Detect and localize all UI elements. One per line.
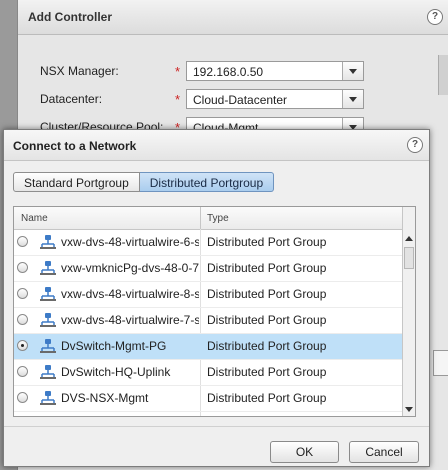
row-name: DvSwitch-Mgmt-PG xyxy=(61,339,167,353)
connect-to-network-dialog: Connect to a Network ? Standard Portgrou… xyxy=(3,129,430,467)
table-header: Name Type xyxy=(14,207,403,230)
row-type: Distributed Port Group xyxy=(207,339,327,353)
distributed-portgroup-icon xyxy=(40,365,56,379)
row-radio[interactable] xyxy=(17,262,28,273)
add-controller-title: Add Controller xyxy=(28,10,112,24)
scroll-up-icon[interactable] xyxy=(403,231,415,245)
portgroup-tabs: Standard Portgroup Distributed Portgroup xyxy=(13,172,275,192)
table-row[interactable]: vxw-vmknicPg-dvs-48-0-7 Distributed Port… xyxy=(14,256,403,282)
table-row[interactable]: DvSwitch-HQ-Uplink Distributed Port Grou… xyxy=(14,360,403,386)
row-name: vxw-vmknicPg-dvs-48-0-7 xyxy=(61,261,199,275)
required-marker: * xyxy=(175,92,181,107)
help-icon[interactable]: ? xyxy=(407,137,423,153)
distributed-portgroup-icon xyxy=(40,287,56,301)
distributed-portgroup-icon xyxy=(40,261,56,275)
partial-button[interactable] xyxy=(433,350,448,376)
add-controller-title-bar: Add Controller ? xyxy=(18,0,448,35)
row-radio[interactable] xyxy=(17,340,28,351)
row-radio[interactable] xyxy=(17,366,28,377)
chevron-down-icon[interactable] xyxy=(342,90,363,108)
row-type: Distributed Port Group xyxy=(207,287,327,301)
ok-button[interactable]: OK xyxy=(270,441,339,463)
required-marker: * xyxy=(175,64,181,79)
nsx-manager-value: 192.168.0.50 xyxy=(193,65,264,79)
distributed-portgroup-icon xyxy=(40,235,56,249)
table-row[interactable]: vxw-dvs-48-virtualwire-7-sid-5004-App-Ti… xyxy=(14,308,403,334)
row-name: DvSwitch-HQ-Uplink xyxy=(61,365,171,379)
row-type: Distributed Port Group xyxy=(207,261,327,275)
dialog-title: Connect to a Network xyxy=(13,139,137,153)
column-header-name[interactable]: Name xyxy=(21,213,48,224)
row-type: Distributed Port Group xyxy=(207,235,327,249)
row-name: vxw-dvs-48-virtualwire-6-sid-5003-Web-Ti… xyxy=(61,235,199,249)
nsx-manager-label: NSX Manager: xyxy=(40,64,119,78)
row-name: vxw-dvs-48-virtualwire-7-sid-5004-App-Ti… xyxy=(61,313,199,327)
scroll-thumb[interactable] xyxy=(404,247,414,269)
scrollbar[interactable] xyxy=(438,55,448,95)
network-table: Name Type vxw-dvs-48-virtualwire-6-sid-5… xyxy=(13,206,416,417)
datacenter-label: Datacenter: xyxy=(40,92,103,106)
cancel-button[interactable]: Cancel xyxy=(349,441,419,463)
row-radio[interactable] xyxy=(17,392,28,403)
row-radio[interactable] xyxy=(17,288,28,299)
chevron-down-icon[interactable] xyxy=(342,62,363,80)
column-header-type[interactable]: Type xyxy=(207,213,229,224)
tab-distributed-portgroup[interactable]: Distributed Portgroup xyxy=(139,172,275,192)
row-radio[interactable] xyxy=(17,236,28,247)
distributed-portgroup-icon xyxy=(40,339,56,353)
table-row[interactable]: DvSwitch-Mgmt-PG Distributed Port Group xyxy=(14,334,403,360)
row-radio[interactable] xyxy=(17,314,28,325)
table-row[interactable]: DVS-NSX-Mgmt Distributed Port Group xyxy=(14,386,403,412)
scroll-down-icon[interactable] xyxy=(403,402,415,416)
distributed-portgroup-icon xyxy=(40,313,56,327)
datacenter-value: Cloud-Datacenter xyxy=(193,93,288,107)
table-row[interactable]: vxw-dvs-48-virtualwire-8-sid-5005-DB-Tie… xyxy=(14,282,403,308)
table-scrollbar[interactable] xyxy=(402,207,415,416)
row-name: vxw-dvs-48-virtualwire-8-sid-5005-DB-Tie… xyxy=(61,287,199,301)
dialog-title-bar: Connect to a Network ? xyxy=(4,130,429,161)
row-type: Distributed Port Group xyxy=(207,313,327,327)
datacenter-select[interactable]: Cloud-Datacenter xyxy=(186,89,364,109)
row-type: Distributed Port Group xyxy=(207,365,327,379)
row-type: Distributed Port Group xyxy=(207,391,327,405)
table-body: vxw-dvs-48-virtualwire-6-sid-5003-Web-Ti… xyxy=(14,230,403,412)
table-row[interactable]: vxw-dvs-48-virtualwire-6-sid-5003-Web-Ti… xyxy=(14,230,403,256)
distributed-portgroup-icon xyxy=(40,391,56,405)
nsx-manager-select[interactable]: 192.168.0.50 xyxy=(186,61,364,81)
tab-standard-portgroup[interactable]: Standard Portgroup xyxy=(13,172,140,192)
help-icon[interactable]: ? xyxy=(427,9,443,25)
row-name: DVS-NSX-Mgmt xyxy=(61,391,149,405)
footer-divider xyxy=(4,426,429,427)
